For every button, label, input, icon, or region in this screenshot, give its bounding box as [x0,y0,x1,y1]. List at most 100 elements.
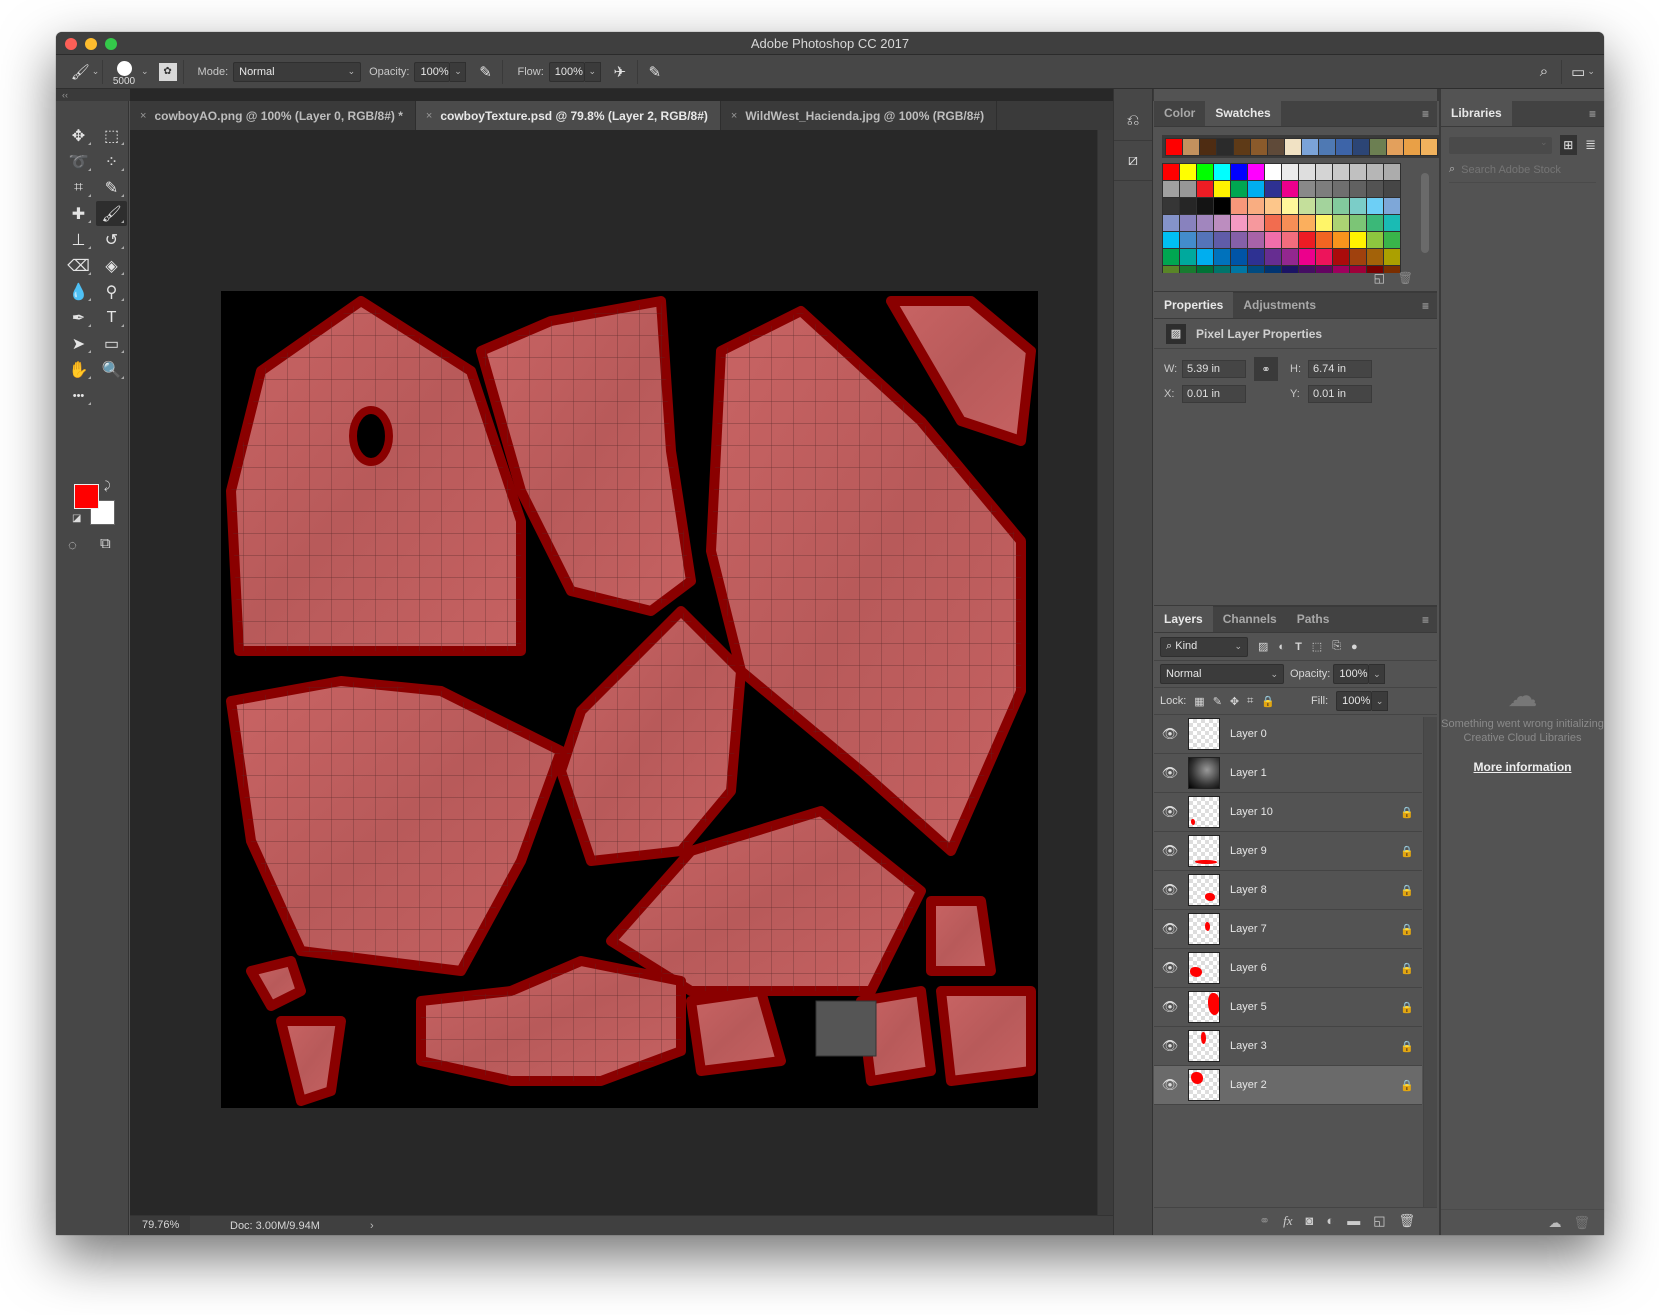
delete-layer-icon[interactable]: 🗑 [1398,1213,1415,1229]
color-swatch[interactable] [1383,197,1401,215]
swap-colors-icon[interactable]: ⤸ [104,480,111,493]
color-swatch[interactable] [1230,231,1248,249]
color-swatch[interactable] [1179,214,1197,232]
layer-name[interactable]: Layer 6 [1230,962,1392,974]
new-group-icon[interactable]: ▬ [1347,1213,1360,1228]
pen-tool[interactable]: ✒ [63,305,94,330]
color-swatch[interactable] [1298,163,1316,181]
color-swatch[interactable] [1318,138,1336,156]
lock-artboard-icon[interactable]: ⌗ [1247,695,1253,708]
vertical-scrollbar[interactable] [1097,130,1113,1215]
panel-menu-icon[interactable]: ≡ [1422,107,1429,121]
lock-transparent-pixels-icon[interactable]: ▦ [1194,695,1204,708]
opacity-dropdown[interactable]: ⌄ [450,61,467,82]
color-swatch[interactable] [1264,163,1282,181]
color-swatch[interactable] [1196,214,1214,232]
opacity-input[interactable]: 100% [414,61,451,82]
color-swatch[interactable] [1196,231,1214,249]
color-swatch[interactable] [1352,138,1370,156]
tool-preset-picker[interactable]: 🖌 ⌄ [71,61,100,83]
color-swatch[interactable] [1162,214,1180,232]
grid-view-icon[interactable]: ⊞ [1559,135,1578,155]
layer-row[interactable]: 👁 Layer 9 🔒 [1154,832,1422,871]
visibility-eye-icon[interactable]: 👁 [1154,843,1186,859]
color-swatch[interactable] [1315,197,1333,215]
crop-tool[interactable]: ⌗ [63,175,94,200]
fill-dropdown[interactable]: ⌄ [1372,691,1389,711]
tab-libraries[interactable]: Libraries [1441,100,1512,126]
history-brush-tool[interactable]: ↺ [96,227,127,252]
fill-input[interactable]: 100% [1336,691,1373,711]
delete-library-icon[interactable]: 🗑 [1573,1215,1590,1231]
color-swatch[interactable] [1165,138,1183,156]
layer-name[interactable]: Layer 1 [1230,767,1392,779]
blur-tool[interactable]: 💧 [63,279,94,304]
visibility-eye-icon[interactable]: 👁 [1154,960,1186,976]
color-swatch[interactable] [1366,231,1384,249]
tab-channels[interactable]: Channels [1213,606,1287,632]
color-swatch[interactable] [1298,180,1316,198]
color-swatch[interactable] [1196,248,1214,266]
default-colors-icon[interactable]: ◪ [72,513,81,524]
color-swatch[interactable] [1216,138,1234,156]
color-swatch[interactable] [1284,138,1302,156]
color-swatch[interactable] [1315,265,1333,273]
layer-name[interactable]: Layer 2 [1230,1079,1392,1091]
layer-row[interactable]: 👁 Layer 10 🔒 [1154,793,1422,832]
color-swatch[interactable] [1179,231,1197,249]
y-input[interactable]: 0.01 in [1308,385,1372,403]
healing-brush-tool[interactable]: ✚ [63,201,94,226]
close-tab-icon[interactable]: × [731,110,737,122]
color-swatch[interactable] [1366,197,1384,215]
layer-name[interactable]: Layer 7 [1230,923,1392,935]
document-tab[interactable]: × cowboyTexture.psd @ 79.8% (Layer 2, RGB… [415,101,721,130]
eraser-tool[interactable]: ⌫ [63,253,94,278]
tab-paths[interactable]: Paths [1287,606,1340,632]
search-icon[interactable]: ⌕ [1533,61,1555,83]
tab-layers[interactable]: Layers [1154,606,1213,632]
filter-adjustment-icon[interactable]: ◐ [1278,641,1285,653]
color-swatch[interactable] [1247,214,1265,232]
color-swatch[interactable] [1315,214,1333,232]
color-swatch[interactable] [1264,214,1282,232]
color-swatch[interactable] [1315,163,1333,181]
color-swatch[interactable] [1179,163,1197,181]
layer-opacity-input[interactable]: 100% [1333,664,1370,684]
lasso-tool[interactable]: ➰ [63,149,94,174]
paint-bucket-tool[interactable]: ◈ [96,253,127,278]
panel-menu-icon[interactable]: ≡ [1589,107,1596,121]
color-swatch[interactable] [1264,231,1282,249]
color-swatch[interactable] [1366,248,1384,266]
swatches-scrollbar[interactable] [1421,173,1429,253]
document-tab[interactable]: × cowboyAO.png @ 100% (Layer 0, RGB/8#) * [130,101,416,130]
color-swatch[interactable] [1196,265,1214,273]
color-swatch[interactable] [1264,265,1282,273]
height-input[interactable]: 6.74 in [1308,360,1372,378]
color-swatch[interactable] [1332,265,1350,273]
color-swatch[interactable] [1281,163,1299,181]
brush-tool[interactable]: 🖌 [96,201,127,226]
color-swatch[interactable] [1420,138,1438,156]
color-swatch[interactable] [1162,197,1180,215]
color-swatch[interactable] [1179,180,1197,198]
zoom-level[interactable]: 79.76% [130,1216,190,1235]
tab-color[interactable]: Color [1154,100,1205,126]
brush-preset-picker[interactable]: 5000 [109,60,139,87]
color-swatch[interactable] [1383,214,1401,232]
filter-type-icon[interactable]: T [1295,641,1302,653]
color-swatch[interactable] [1383,231,1401,249]
color-swatch[interactable] [1233,138,1251,156]
filter-shape-icon[interactable]: ⬚ [1312,640,1322,653]
brush-settings-toggle[interactable]: ✿ [158,62,177,81]
link-layers-icon[interactable]: ⚭ [1259,1213,1270,1229]
color-swatch[interactable] [1332,180,1350,198]
panel-menu-icon[interactable]: ≡ [1422,299,1429,313]
visibility-eye-icon[interactable]: 👁 [1154,921,1186,937]
color-swatch[interactable] [1230,265,1248,273]
close-tab-icon[interactable]: × [140,110,146,122]
layer-row[interactable]: 👁 Layer 3 🔒 [1154,1027,1422,1066]
tab-swatches[interactable]: Swatches [1205,100,1281,126]
color-swatch[interactable] [1247,265,1265,273]
layer-row[interactable]: 👁 Layer 5 🔒 [1154,988,1422,1027]
color-swatch[interactable] [1196,180,1214,198]
